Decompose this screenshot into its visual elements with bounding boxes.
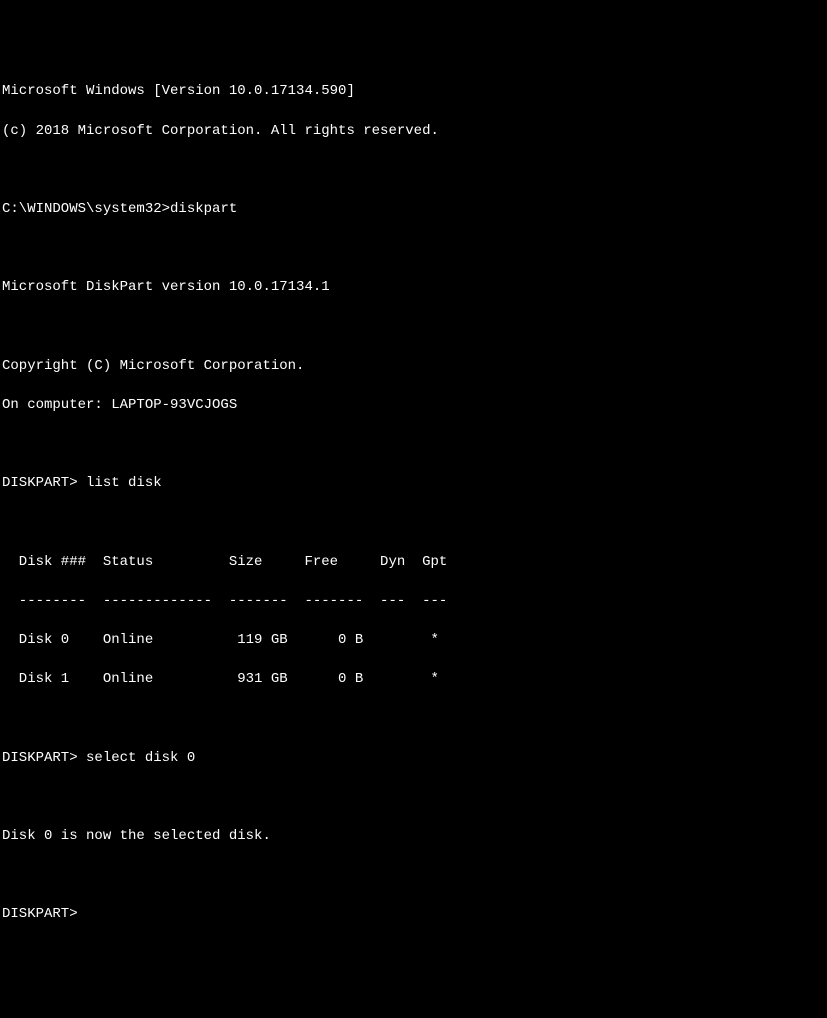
diskpart-version-line: Microsoft DiskPart version 10.0.17134.1 <box>2 278 825 298</box>
diskpart-prompt-line: DISKPART> select disk 0 <box>2 749 825 769</box>
blank-line <box>2 788 825 808</box>
blank-line <box>2 435 825 455</box>
diskpart-prompt-label: DISKPART> <box>2 750 78 766</box>
blank-line <box>2 318 825 338</box>
cmd-prompt-line: C:\WINDOWS\system32>diskpart <box>2 200 825 220</box>
cmd-prompt-path: C:\WINDOWS\system32> <box>2 201 170 217</box>
disk-table-divider: -------- ------------- ------- ------- -… <box>2 592 825 612</box>
diskpart-prompt-line: DISKPART> list disk <box>2 474 825 494</box>
diskpart-computer-line: On computer: LAPTOP-93VCJOGS <box>2 396 825 416</box>
diskpart-prompt-active[interactable]: DISKPART> <box>2 905 825 925</box>
os-copyright-line: (c) 2018 Microsoft Corporation. All righ… <box>2 122 825 142</box>
disk-table-row: Disk 1 Online 931 GB 0 B * <box>2 670 825 690</box>
blank-line <box>2 866 825 886</box>
blank-line <box>2 161 825 181</box>
diskpart-prompt-label: DISKPART> <box>2 475 78 491</box>
diskpart-copyright-line: Copyright (C) Microsoft Corporation. <box>2 357 825 377</box>
cursor-icon <box>86 906 94 922</box>
diskpart-command-selectdisk: select disk 0 <box>78 750 196 766</box>
disk-table-row: Disk 0 Online 119 GB 0 B * <box>2 631 825 651</box>
cmd-prompt-command: diskpart <box>170 201 237 217</box>
blank-line <box>2 513 825 533</box>
blank-line <box>2 709 825 729</box>
diskpart-prompt-label: DISKPART> <box>2 906 78 922</box>
diskpart-command-input[interactable] <box>78 906 86 922</box>
diskpart-command-listdisk: list disk <box>78 475 162 491</box>
blank-line <box>2 239 825 259</box>
diskpart-result-line: Disk 0 is now the selected disk. <box>2 827 825 847</box>
disk-table-header: Disk ### Status Size Free Dyn Gpt <box>2 553 825 573</box>
os-version-line: Microsoft Windows [Version 10.0.17134.59… <box>2 82 825 102</box>
